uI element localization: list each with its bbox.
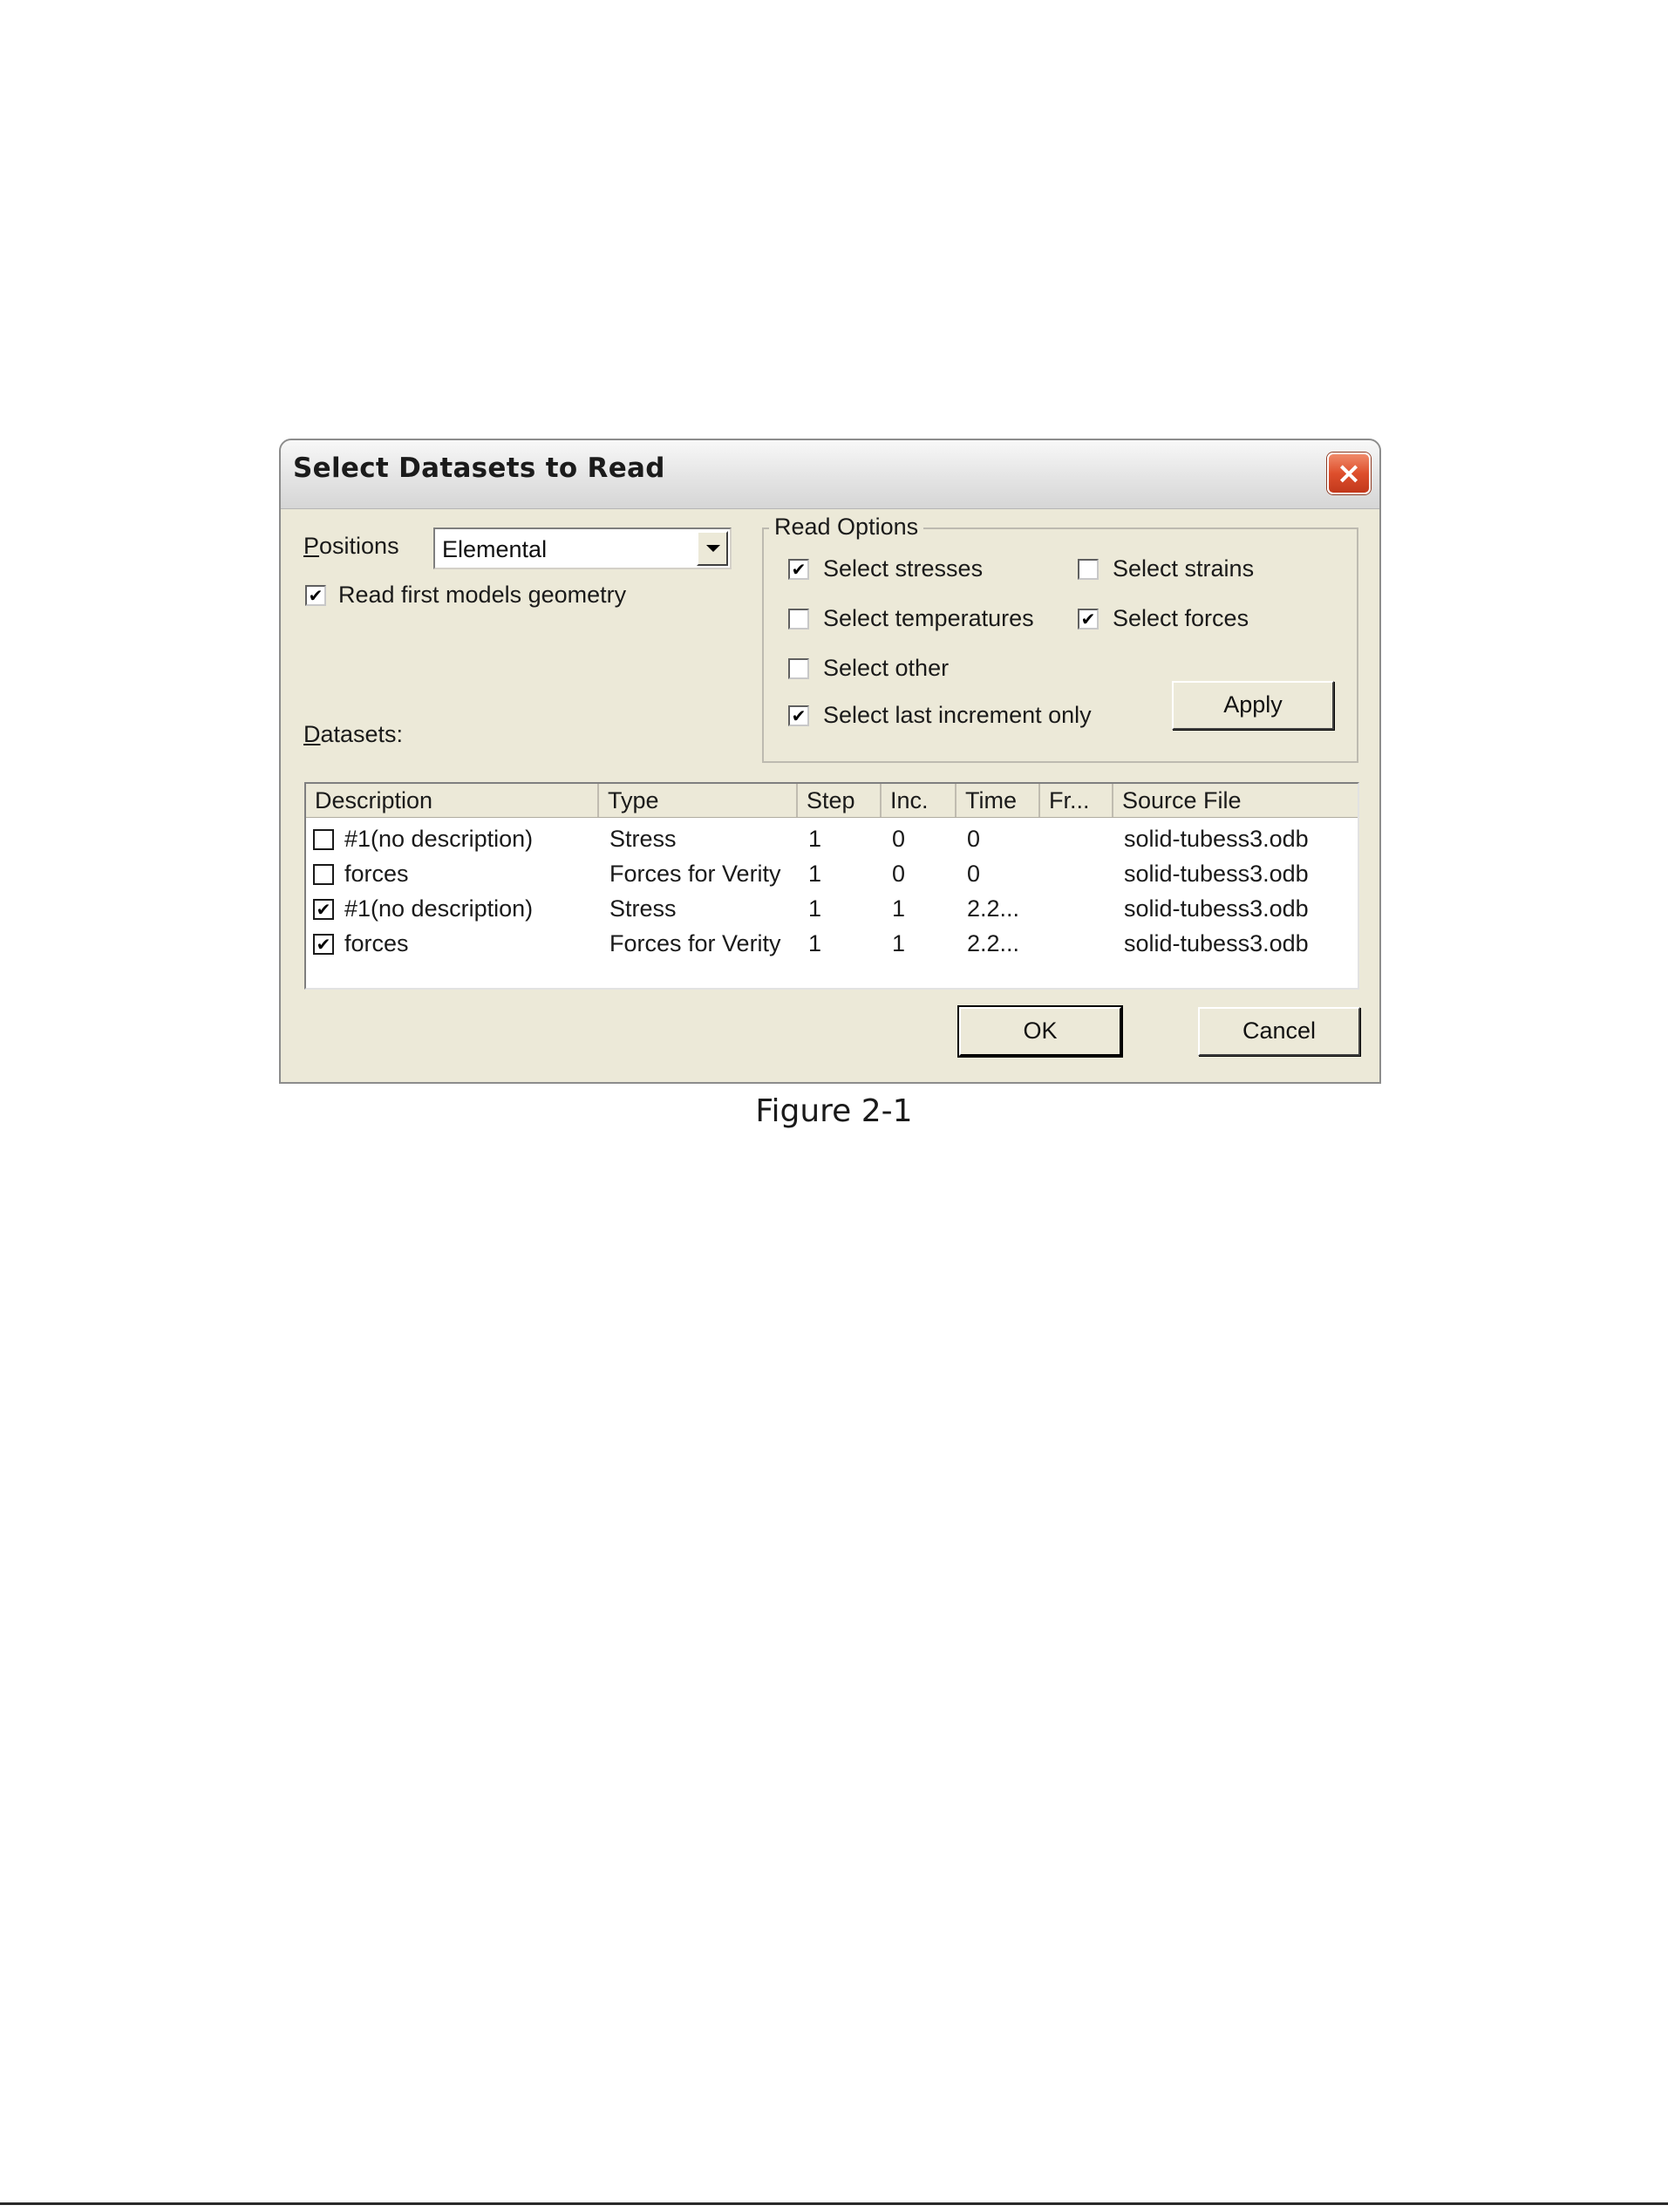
cell-description: #1(no description) (344, 895, 534, 922)
row-checkbox[interactable] (313, 864, 334, 885)
cell-description: forces (344, 861, 409, 887)
cell-step: 1 (808, 930, 822, 956)
close-button[interactable]: × (1327, 453, 1371, 494)
page-bottom-rule (0, 2202, 1668, 2205)
select-strains-checkbox[interactable] (1078, 559, 1099, 580)
read-geometry-checkbox[interactable]: ✔ (305, 585, 326, 606)
title-bar: Select Datasets to Read × (281, 440, 1379, 509)
close-icon: × (1336, 456, 1362, 491)
cell-type: Stress (609, 826, 677, 852)
cell-time: 0 (967, 861, 981, 887)
cell-step: 1 (808, 826, 822, 852)
cell-source-file: solid-tubess3.odb (1124, 930, 1309, 956)
select-stresses-checkbox[interactable]: ✔ (788, 559, 809, 580)
cell-time: 0 (967, 826, 981, 852)
read-options-title: Read Options (769, 514, 924, 541)
cell-step: 1 (808, 861, 822, 887)
read-geometry-label: Read first models geometry (338, 582, 627, 608)
select-last-increment-checkbox[interactable]: ✔ (788, 705, 809, 726)
ok-button[interactable]: OK (959, 1007, 1121, 1056)
column-header-inc[interactable]: Inc. (882, 784, 957, 817)
select-strains-label: Select strains (1113, 555, 1255, 582)
select-temperatures-label: Select temperatures (823, 605, 1034, 631)
cell-type: Stress (609, 895, 677, 922)
cell-source-file: solid-tubess3.odb (1124, 826, 1309, 852)
cell-time: 2.2... (967, 930, 1020, 956)
table-header: Description Type Step Inc. Time Fr... So… (306, 784, 1358, 818)
table-row[interactable]: ✔ forces Forces for Verity 1 1 2.2... so… (306, 927, 1358, 962)
column-header-type[interactable]: Type (599, 784, 798, 817)
cell-step: 1 (808, 895, 822, 922)
select-temperatures-checkbox[interactable] (788, 609, 809, 630)
column-header-time[interactable]: Time (957, 784, 1040, 817)
cell-inc: 1 (892, 930, 906, 956)
cell-description: forces (344, 930, 409, 956)
positions-select-value: Elemental (442, 536, 548, 562)
row-checkbox[interactable]: ✔ (313, 934, 334, 955)
column-header-source-file[interactable]: Source File (1113, 784, 1358, 817)
select-forces-checkbox[interactable]: ✔ (1078, 609, 1099, 630)
row-checkbox[interactable] (313, 829, 334, 850)
dialog-title: Select Datasets to Read (293, 453, 665, 484)
cell-description: #1(no description) (344, 826, 534, 852)
cell-time: 2.2... (967, 895, 1020, 922)
apply-button[interactable]: Apply (1172, 681, 1334, 730)
select-last-increment-label: Select last increment only (823, 702, 1092, 728)
datasets-label: Datasets: (303, 721, 404, 747)
datasets-table[interactable]: Description Type Step Inc. Time Fr... So… (304, 782, 1359, 990)
column-header-fr[interactable]: Fr... (1040, 784, 1113, 817)
column-header-step[interactable]: Step (798, 784, 882, 817)
select-other-checkbox[interactable] (788, 658, 809, 679)
table-row[interactable]: #1(no description) Stress 1 0 0 solid-tu… (306, 822, 1358, 857)
cell-inc: 1 (892, 895, 906, 922)
table-row[interactable]: forces Forces for Verity 1 0 0 solid-tub… (306, 857, 1358, 892)
select-stresses-label: Select stresses (823, 555, 984, 582)
table-row[interactable]: ✔ #1(no description) Stress 1 1 2.2... s… (306, 892, 1358, 927)
cell-type: Forces for Verity (609, 930, 781, 956)
cell-type: Forces for Verity (609, 861, 781, 887)
positions-select[interactable]: Elemental (433, 527, 732, 569)
figure-caption: Figure 2-1 (755, 1093, 913, 1129)
dialog-screenshot: Select Datasets to Read × Positions Elem… (279, 439, 1381, 1084)
cell-source-file: solid-tubess3.odb (1124, 895, 1309, 922)
positions-label: Positions (303, 533, 399, 559)
select-other-label: Select other (823, 655, 950, 681)
cancel-button[interactable]: Cancel (1198, 1007, 1360, 1056)
cell-inc: 0 (892, 861, 906, 887)
cell-source-file: solid-tubess3.odb (1124, 861, 1309, 887)
chevron-down-icon[interactable] (697, 531, 728, 566)
select-forces-label: Select forces (1113, 605, 1249, 631)
column-header-description[interactable]: Description (306, 784, 599, 817)
row-checkbox[interactable]: ✔ (313, 899, 334, 920)
cell-inc: 0 (892, 826, 906, 852)
